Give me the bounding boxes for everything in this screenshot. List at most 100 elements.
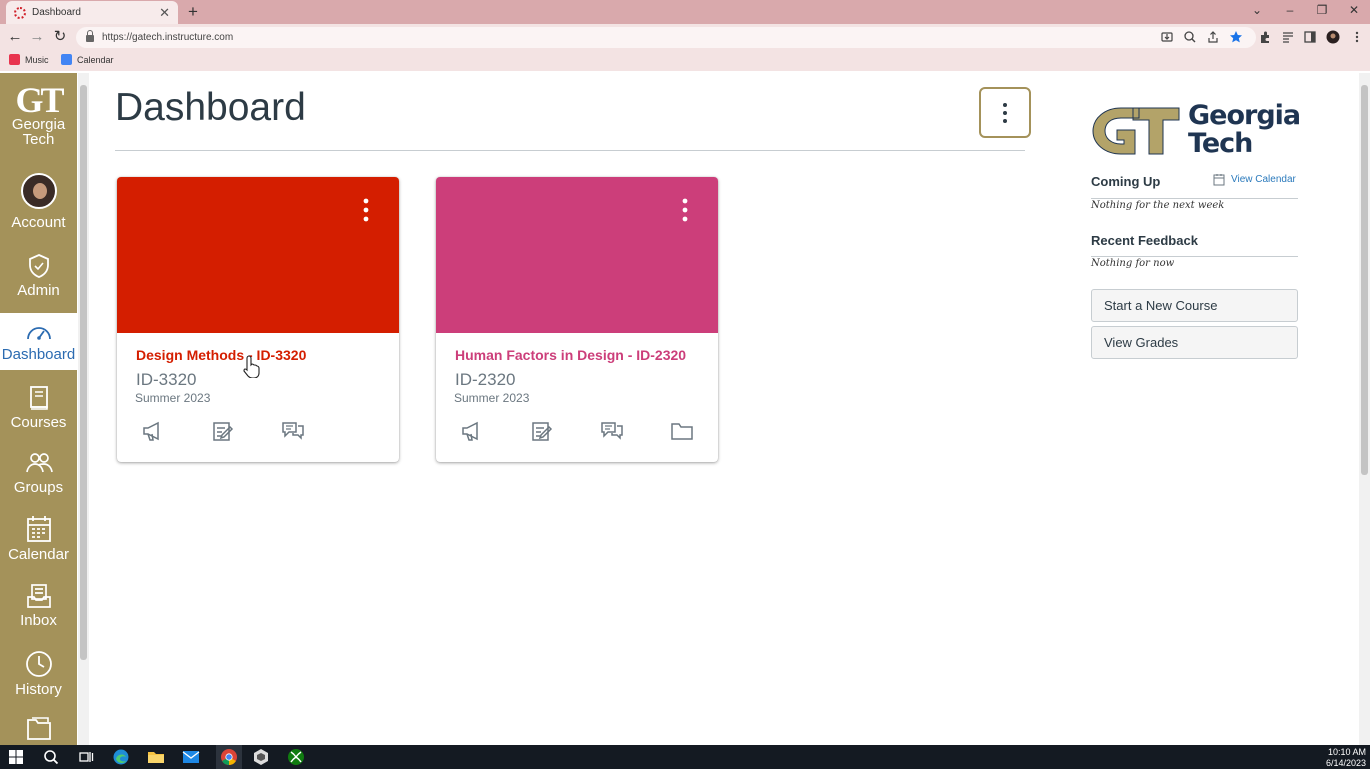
xbox-icon[interactable] — [287, 748, 305, 766]
book-icon — [29, 386, 48, 410]
nav-label: Account — [11, 214, 66, 231]
calendar-icon — [1213, 174, 1225, 186]
edge-icon[interactable] — [112, 748, 130, 766]
reading-list-icon[interactable] — [1281, 30, 1295, 44]
course-card-title[interactable]: Human Factors in Design - ID-2320 — [455, 347, 695, 363]
hand-cursor-icon — [243, 355, 260, 378]
card-options-icon[interactable] — [676, 195, 694, 225]
georgia-tech-logo: Georgia Tech — [1091, 100, 1301, 160]
address-bar[interactable]: https://gatech.instructure.com — [76, 27, 1256, 48]
nav-history[interactable]: History — [0, 650, 77, 700]
chrome-icon[interactable] — [220, 748, 238, 766]
nav-dashboard[interactable]: Dashboard — [0, 313, 77, 370]
windows-taskbar: 10:10 AM 6/14/2023 — [0, 745, 1370, 769]
course-card[interactable]: Human Factors in Design - ID-2320 ID-232… — [436, 177, 718, 462]
side-panel-icon[interactable] — [1303, 30, 1317, 44]
bookmark-label: Calendar — [77, 54, 114, 65]
gt-monogram: GT — [15, 80, 64, 120]
announcements-icon[interactable] — [141, 419, 165, 443]
coming-up-empty: Nothing for the next week — [1091, 200, 1225, 211]
global-navigation: GT Georgia Tech Account Admin Dashboard … — [0, 73, 77, 745]
extensions-icon[interactable] — [1258, 30, 1272, 44]
course-card[interactable]: Design Methods - ID-3320 ID-3320 Summer … — [117, 177, 399, 462]
nav-admin[interactable]: Admin — [0, 253, 77, 303]
start-new-course-button[interactable]: Start a New Course — [1091, 289, 1298, 322]
profile-avatar-icon[interactable] — [1326, 30, 1340, 44]
search-icon[interactable] — [42, 748, 60, 766]
windows-start-icon[interactable] — [7, 748, 25, 766]
card-options-icon[interactable] — [357, 195, 375, 225]
bookmark-calendar[interactable]: Calendar — [61, 54, 114, 65]
share-icon[interactable] — [1206, 30, 1220, 44]
nav-groups[interactable]: Groups — [0, 450, 77, 500]
files-icon[interactable] — [670, 419, 694, 443]
recent-feedback-divider — [1091, 256, 1298, 257]
reload-button[interactable]: ↻ — [51, 28, 69, 46]
logo-word: Georgia — [11, 116, 66, 133]
view-calendar-link[interactable]: View Calendar — [1213, 173, 1296, 186]
task-view-icon[interactable] — [77, 748, 95, 766]
nav-scrollbar-thumb[interactable] — [80, 85, 87, 660]
mail-icon[interactable] — [182, 748, 200, 766]
course-card-code: ID-3320 — [136, 370, 197, 389]
nav-label: Groups — [13, 479, 64, 496]
bookmarks-bar: Music Calendar — [0, 50, 1370, 71]
file-explorer-icon[interactable] — [147, 748, 165, 766]
nav-account[interactable]: Account — [0, 173, 77, 235]
nav-inbox[interactable]: Inbox — [0, 583, 77, 633]
new-tab-button[interactable]: + — [184, 2, 202, 22]
tab-search-chevron-icon[interactable]: ⌄ — [1250, 3, 1264, 17]
people-icon — [25, 453, 53, 473]
zoom-icon[interactable] — [1183, 30, 1197, 44]
address-toolbar: ← → ↻ https://gatech.instructure.com — [0, 24, 1370, 50]
close-window-button[interactable]: ✕ — [1347, 3, 1361, 17]
nav-scrollbar[interactable] — [78, 73, 89, 745]
shield-icon — [28, 254, 49, 278]
logo-wordmark: Georgia Tech — [1188, 100, 1301, 158]
discussions-icon[interactable] — [281, 419, 305, 443]
course-card-term: Summer 2023 — [135, 391, 211, 405]
bookmark-music[interactable]: Music — [9, 54, 49, 65]
browser-tab[interactable]: Dashboard ✕ — [6, 1, 178, 24]
bookmark-star-icon[interactable] — [1229, 30, 1243, 44]
page-title: Dashboard — [115, 86, 306, 129]
browser-menu-icon[interactable] — [1350, 30, 1364, 44]
restore-button[interactable]: ❐ — [1315, 3, 1329, 17]
minimize-button[interactable]: – — [1283, 3, 1297, 17]
nav-label: Admin — [17, 282, 60, 299]
recent-feedback-heading: Recent Feedback — [1091, 233, 1198, 248]
install-app-icon[interactable] — [1160, 30, 1174, 44]
course-card-actions — [117, 419, 399, 443]
clock-icon — [25, 651, 52, 677]
page-scrollbar-thumb[interactable] — [1361, 85, 1368, 475]
discussions-icon[interactable] — [600, 419, 624, 443]
nav-files[interactable] — [0, 715, 77, 745]
coming-up-divider — [1091, 198, 1298, 199]
course-card-actions — [436, 419, 718, 443]
dashboard-options-button[interactable] — [979, 87, 1031, 138]
announcements-icon[interactable] — [460, 419, 484, 443]
nav-label: Dashboard — [1, 346, 76, 363]
header-divider — [115, 150, 1025, 151]
georgia-tech-nav-logo[interactable]: GT Georgia Tech — [0, 80, 77, 155]
course-card-code: ID-2320 — [455, 370, 516, 389]
app-cube-icon[interactable] — [252, 748, 270, 766]
logo-word: Georgia — [1188, 100, 1301, 131]
kebab-menu-icon — [1003, 102, 1007, 123]
nav-label: History — [15, 681, 62, 698]
calendar-icon — [61, 54, 72, 65]
forward-button[interactable]: → — [28, 28, 46, 46]
system-clock[interactable]: 10:10 AM 6/14/2023 — [1326, 747, 1366, 769]
url-text: https://gatech.instructure.com — [102, 32, 234, 43]
nav-calendar[interactable]: Calendar — [0, 515, 77, 567]
course-card-title[interactable]: Design Methods - ID-3320 — [136, 347, 386, 363]
back-button[interactable]: ← — [6, 28, 24, 46]
page-scrollbar[interactable] — [1359, 73, 1370, 745]
canvas-favicon-icon — [14, 6, 26, 19]
nav-courses[interactable]: Courses — [0, 385, 77, 435]
assignments-icon[interactable] — [211, 419, 235, 443]
bookmark-label: Music — [25, 54, 49, 65]
assignments-icon[interactable] — [530, 419, 554, 443]
view-grades-button[interactable]: View Grades — [1091, 326, 1298, 359]
tab-close-icon[interactable]: ✕ — [159, 5, 170, 21]
